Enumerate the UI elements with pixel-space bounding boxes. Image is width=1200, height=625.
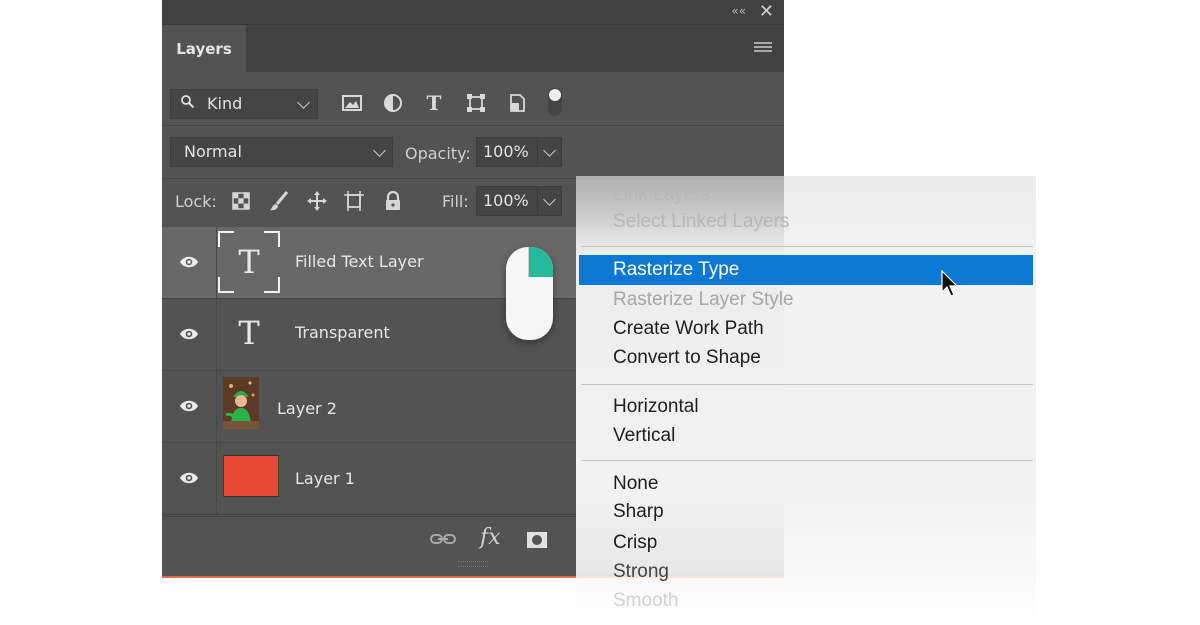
eye-icon [180,256,198,268]
tab-layers[interactable]: Layers [162,25,246,72]
fill-label: Fill: [442,192,469,211]
blend-mode-dropdown[interactable]: Normal [170,137,393,167]
visibility-toggle[interactable] [162,443,217,514]
visibility-toggle[interactable] [162,227,217,298]
opacity-field[interactable]: 100% [476,137,562,167]
context-menu: Link Layers Select Linked Layers Rasteri… [576,176,1036,625]
type-layer-thumbnail-icon: T [238,243,260,281]
type-layer-filter-icon[interactable]: T [423,92,445,114]
filter-toggle[interactable] [548,88,562,116]
fx-icon[interactable]: fx [480,525,501,550]
menu-item-sharp[interactable]: Sharp [613,499,664,525]
lock-label: Lock: [175,192,217,211]
menu-item-none[interactable]: None [613,471,658,497]
lock-position-icon[interactable] [306,190,328,212]
shape-layer-filter-icon[interactable] [465,92,487,114]
type-layer-thumbnail-icon: T [238,314,260,352]
layer-name: Layer 1 [295,469,355,488]
eye-icon [180,472,198,484]
layer-name: Transparent [295,323,390,342]
menu-item-create-work-path[interactable]: Create Work Path [613,316,764,342]
lock-image-pixels-icon[interactable] [268,190,290,212]
menu-separator [581,246,1033,247]
menu-item-link-layers[interactable]: Link Layers [613,182,710,208]
opacity-value: 100% [483,142,529,161]
collapse-icon[interactable]: «« [731,4,746,18]
fill-value: 100% [483,191,529,210]
menu-item-smooth[interactable]: Smooth [613,588,678,614]
link-layers-icon[interactable] [430,531,456,547]
menu-separator [581,384,1033,385]
mouse-pointer-icon [941,270,959,297]
filter-row: Kind T [162,72,784,126]
menu-item-rasterize-type[interactable]: Rasterize Type [579,255,1033,285]
layer-mask-icon[interactable] [526,531,548,549]
menu-item-strong[interactable]: Strong [613,559,669,585]
layer-name: Filled Text Layer [295,252,424,271]
menu-item-crisp[interactable]: Crisp [613,530,657,556]
adjustment-layer-filter-icon[interactable] [382,92,404,114]
eye-icon [180,400,198,412]
menu-item-rasterize-layer-style[interactable]: Rasterize Layer Style [613,287,794,313]
chevron-down-icon [373,144,386,157]
panel-menu-icon[interactable] [754,42,772,54]
eye-icon [180,328,198,340]
lock-transparent-pixels-icon[interactable] [230,190,252,212]
filter-kind-label: Kind [207,94,243,113]
visibility-toggle[interactable] [162,299,217,370]
resize-grip[interactable] [458,561,488,567]
panel-tab-row: Layers [162,25,784,72]
menu-item-convert-to-shape[interactable]: Convert to Shape [613,345,761,371]
right-click-mouse-icon [506,247,553,340]
search-icon [181,95,194,108]
photo-thumbnail [223,377,259,429]
chevron-down-icon[interactable] [543,193,556,206]
lock-artboard-icon[interactable] [343,190,365,212]
menu-item-vertical[interactable]: Vertical [613,423,675,449]
menu-separator [581,460,1033,461]
close-icon[interactable]: ✕ [759,1,774,22]
opacity-label: Opacity: [405,144,471,163]
fill-field[interactable]: 100% [476,186,562,216]
filter-kind-dropdown[interactable]: Kind [170,89,318,119]
visibility-toggle[interactable] [162,371,217,442]
layer-name: Layer 2 [277,399,337,418]
chevron-down-icon[interactable] [543,144,556,157]
lock-all-icon[interactable] [382,190,404,212]
pixel-layer-filter-icon[interactable] [341,92,363,114]
chevron-down-icon [297,96,310,109]
panel-titlebar: «« ✕ [162,0,784,25]
blend-mode-value: Normal [184,142,242,161]
red-fill-thumbnail [223,455,279,497]
menu-item-select-linked-layers[interactable]: Select Linked Layers [613,209,789,235]
menu-item-horizontal[interactable]: Horizontal [613,394,699,420]
smart-object-filter-icon[interactable] [506,92,528,114]
tab-layers-label: Layers [176,39,232,58]
blend-row: Normal Opacity: 100% [162,126,784,179]
